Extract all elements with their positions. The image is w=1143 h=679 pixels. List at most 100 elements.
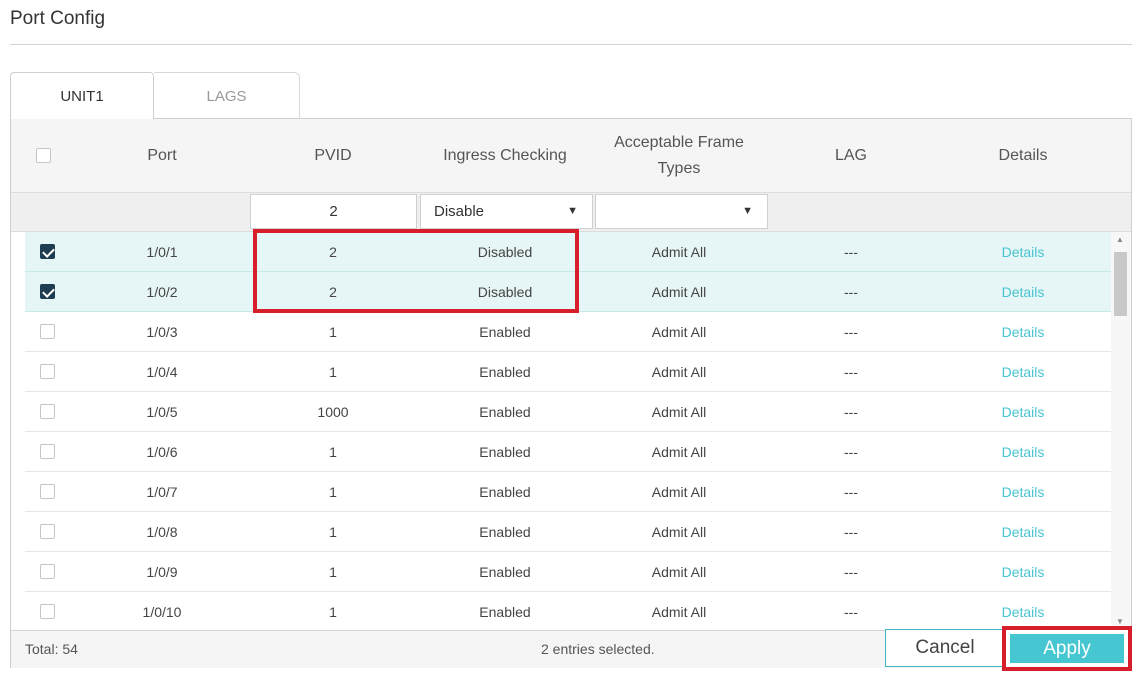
col-ingress-checking: Ingress Checking <box>443 146 567 164</box>
row-checkbox[interactable] <box>40 324 55 339</box>
pvid-filter-input[interactable]: 2 <box>250 194 417 229</box>
frame-types-cell: Admit All <box>651 564 707 580</box>
lag-cell: --- <box>844 484 858 500</box>
pvid-cell: 1 <box>329 324 337 340</box>
row-checkbox[interactable] <box>40 604 55 619</box>
page-title: Port Config <box>10 8 106 29</box>
frame-types-filter-select[interactable]: ▼ <box>595 194 768 229</box>
table-row[interactable]: 1/0/1 2 Disabled Admit All --- Details <box>25 232 1111 272</box>
frame-types-cell: Admit All <box>651 444 707 460</box>
row-checkbox[interactable] <box>40 564 55 579</box>
lag-cell: --- <box>844 284 858 300</box>
col-lag: LAG <box>834 146 867 164</box>
table-row[interactable]: 1/0/6 1 Enabled Admit All --- Details <box>25 432 1111 472</box>
pvid-cell: 2 <box>329 244 337 260</box>
frame-types-cell: Admit All <box>651 604 707 620</box>
pvid-cell: 1 <box>329 564 337 580</box>
select-all-checkbox[interactable] <box>35 148 51 163</box>
details-link[interactable]: Details <box>935 592 1111 629</box>
table-row[interactable]: 1/0/8 1 Enabled Admit All --- Details <box>25 512 1111 552</box>
select-all-cell <box>11 119 75 192</box>
frame-types-cell: Admit All <box>651 484 707 500</box>
tab-lags[interactable]: LAGS <box>154 72 300 119</box>
table-header: Port PVID Ingress Checking Acceptable Fr… <box>11 119 1131 193</box>
port-cell: 1/0/5 <box>146 404 178 420</box>
table-row[interactable]: 1/0/9 1 Enabled Admit All --- Details <box>25 552 1111 592</box>
table-row[interactable]: 1/0/10 1 Enabled Admit All --- Details <box>25 592 1111 629</box>
lag-cell: --- <box>844 564 858 580</box>
scroll-thumb[interactable] <box>1114 252 1127 316</box>
port-cell: 1/0/1 <box>146 244 178 260</box>
ingress-filter-select[interactable]: Disable ▼ <box>420 194 593 229</box>
tab-unit1[interactable]: UNIT1 <box>10 72 154 119</box>
table-footer: Total: 54 2 entries selected. Cancel <box>11 629 1131 668</box>
ingress-checking-cell: Enabled <box>479 484 531 500</box>
details-link[interactable]: Details <box>935 352 1111 392</box>
row-checkbox[interactable] <box>40 484 55 499</box>
details-link[interactable]: Details <box>935 472 1111 512</box>
details-link[interactable]: Details <box>935 232 1111 272</box>
lag-cell: --- <box>844 324 858 340</box>
ingress-checking-cell: Enabled <box>479 564 531 580</box>
col-acceptable-frame-types: Acceptable Frame Types <box>614 133 744 177</box>
ingress-checking-cell: Enabled <box>479 364 531 380</box>
col-pvid: PVID <box>314 146 352 164</box>
pvid-cell: 1 <box>329 484 337 500</box>
apply-button[interactable]: Apply <box>1010 634 1124 663</box>
table-row[interactable]: 1/0/5 1000 Enabled Admit All --- Details <box>25 392 1111 432</box>
port-config-table: Port PVID Ingress Checking Acceptable Fr… <box>10 118 1132 668</box>
col-details: Details <box>998 146 1048 164</box>
table-row[interactable]: 1/0/3 1 Enabled Admit All --- Details <box>25 312 1111 352</box>
lag-cell: --- <box>844 444 858 460</box>
pvid-cell: 1 <box>329 364 337 380</box>
details-link[interactable]: Details <box>935 552 1111 592</box>
port-cell: 1/0/8 <box>146 524 178 540</box>
selection-status: 2 entries selected. <box>541 641 655 657</box>
col-port: Port <box>147 146 177 164</box>
table-row[interactable]: 1/0/7 1 Enabled Admit All --- Details <box>25 472 1111 512</box>
port-cell: 1/0/10 <box>142 604 182 620</box>
pvid-cell: 1 <box>329 524 337 540</box>
port-cell: 1/0/3 <box>146 324 178 340</box>
pvid-cell: 2 <box>329 284 337 300</box>
ingress-checking-cell: Enabled <box>479 604 531 620</box>
frame-types-cell: Admit All <box>651 404 707 420</box>
port-cell: 1/0/7 <box>146 484 178 500</box>
pvid-cell: 1 <box>329 604 337 620</box>
row-checkbox[interactable] <box>40 444 55 459</box>
table-row[interactable]: 1/0/4 1 Enabled Admit All --- Details <box>25 352 1111 392</box>
scroll-down-icon[interactable]: ▼ <box>1116 617 1124 626</box>
lag-cell: --- <box>844 364 858 380</box>
details-link[interactable]: Details <box>935 272 1111 312</box>
row-checkbox[interactable] <box>40 244 55 259</box>
details-link[interactable]: Details <box>935 432 1111 472</box>
table-body: 1/0/1 2 Disabled Admit All --- Details 1/0/2 2 D… <box>11 232 1131 629</box>
row-checkbox[interactable] <box>40 284 55 299</box>
frame-types-cell: Admit All <box>651 364 707 380</box>
row-checkbox[interactable] <box>40 524 55 539</box>
ingress-filter-value: Disable <box>434 203 485 220</box>
filter-row: 2 Disable ▼ ▼ <box>11 193 1131 232</box>
ingress-checking-cell: Disabled <box>477 244 533 260</box>
details-link[interactable]: Details <box>935 392 1111 432</box>
ingress-checking-cell: Enabled <box>479 444 531 460</box>
cancel-button[interactable]: Cancel <box>885 629 1005 667</box>
port-cell: 1/0/4 <box>146 364 178 380</box>
table-scrollbar[interactable]: ▲ ▼ <box>1111 232 1131 629</box>
details-link[interactable]: Details <box>935 312 1111 352</box>
pvid-cell: 1 <box>329 444 337 460</box>
row-checkbox[interactable] <box>40 404 55 419</box>
ingress-checking-cell: Disabled <box>477 284 533 300</box>
pvid-filter-value: 2 <box>329 203 338 220</box>
details-link[interactable]: Details <box>935 512 1111 552</box>
scroll-up-icon[interactable]: ▲ <box>1116 235 1124 244</box>
ingress-checking-cell: Enabled <box>479 524 531 540</box>
total-count: Total: 54 <box>25 641 78 657</box>
port-cell: 1/0/6 <box>146 444 178 460</box>
lag-cell: --- <box>844 524 858 540</box>
frame-types-cell: Admit All <box>651 244 707 260</box>
ingress-checking-cell: Enabled <box>479 404 531 420</box>
table-row[interactable]: 1/0/2 2 Disabled Admit All --- Details <box>25 272 1111 312</box>
lag-cell: --- <box>844 244 858 260</box>
row-checkbox[interactable] <box>40 364 55 379</box>
